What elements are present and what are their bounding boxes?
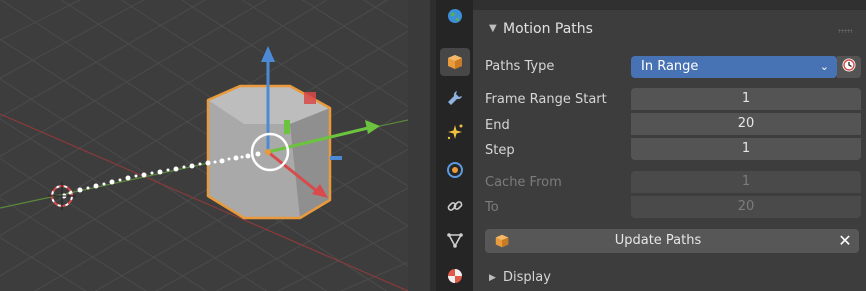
cache-from-label: Cache From [485,175,562,190]
step-label: Step [485,143,515,158]
particles-icon [446,123,464,141]
cache-to-field: 20 [631,196,861,218]
collapse-arrow-icon[interactable]: ▼ [489,23,497,34]
tab-object-data[interactable] [440,226,470,254]
update-paths-button[interactable]: Update Paths [485,229,831,253]
material-icon [446,267,464,285]
frame-range-start-label: Frame Range Start [485,92,607,107]
world-icon [446,7,464,25]
end-frame-field[interactable]: 20 [631,113,861,135]
expand-arrow-icon: ▶ [489,273,496,283]
step-field[interactable]: 1 [631,138,861,160]
tab-world[interactable] [440,2,470,30]
update-paths-label: Update Paths [614,233,702,248]
properties-tab-bar [436,0,473,291]
wrench-icon [446,89,464,107]
tab-particles[interactable] [440,118,470,146]
3d-viewport[interactable] [0,0,408,291]
object-cube-icon [446,53,464,71]
display-label: Display [503,270,551,285]
paths-type-label: Paths Type [485,59,555,74]
cache-from-field: 1 [631,171,861,193]
calculate-from-scene-button[interactable] [837,56,861,78]
display-subpanel-header[interactable]: ▶ Display [489,270,551,285]
paths-type-value: In Range [641,59,699,74]
tab-constraints[interactable] [440,192,470,220]
tab-material[interactable] [440,262,470,290]
tab-modifiers[interactable] [440,84,470,112]
clock-icon [841,57,857,77]
paths-type-select[interactable]: In Range ⌄ [631,56,837,78]
panel-title: Motion Paths [503,21,593,37]
chevron-down-icon: ⌄ [819,60,829,73]
frame-range-start-field[interactable]: 1 [631,88,861,110]
clear-paths-button[interactable]: ✕ [831,229,859,253]
drag-grip-icon[interactable] [838,29,852,33]
cache-to-label: To [485,200,499,215]
tab-physics[interactable] [440,156,470,184]
end-label: End [485,118,510,133]
properties-panel: ▼ Motion Paths Paths Type In Range ⌄ Fra… [473,0,866,291]
physics-icon [446,161,464,179]
constraint-icon [446,197,464,215]
area-divider [408,0,436,291]
mesh-data-icon [446,231,464,249]
tab-object[interactable] [440,48,470,76]
motion-paths-header[interactable]: ▼ Motion Paths [473,10,866,50]
viewport-scene [0,0,408,291]
